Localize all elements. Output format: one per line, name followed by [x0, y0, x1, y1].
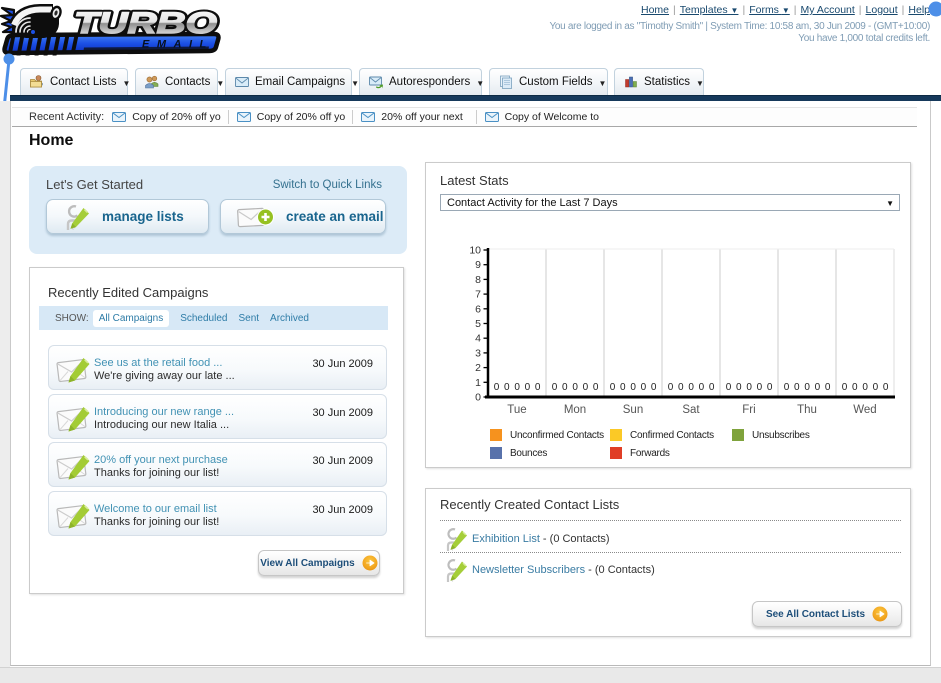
svg-text:0: 0 [784, 382, 790, 393]
svg-text:0: 0 [610, 382, 616, 393]
svg-text:0: 0 [562, 382, 568, 393]
svg-text:0: 0 [757, 382, 763, 393]
svg-text:0: 0 [620, 382, 626, 393]
svg-text:0: 0 [593, 382, 599, 393]
svg-text:0: 0 [794, 382, 800, 393]
svg-text:0: 0 [825, 382, 831, 393]
svg-text:TURBO: TURBO [74, 6, 217, 40]
svg-text:0: 0 [883, 382, 889, 393]
svg-text:0: 0 [688, 382, 694, 393]
svg-text:0: 0 [552, 382, 558, 393]
svg-text:10: 10 [469, 245, 481, 257]
svg-text:0: 0 [535, 382, 541, 393]
svg-text:0: 0 [678, 382, 684, 393]
svg-text:0: 0 [668, 382, 674, 393]
svg-text:0: 0 [630, 382, 636, 393]
svg-text:2: 2 [475, 362, 481, 374]
svg-text:0: 0 [726, 382, 732, 393]
svg-text:0: 0 [862, 382, 868, 393]
svg-text:Sun: Sun [623, 404, 643, 416]
svg-text:7: 7 [475, 289, 481, 301]
svg-text:0: 0 [504, 382, 510, 393]
svg-text:0: 0 [815, 382, 821, 393]
svg-text:0: 0 [873, 382, 879, 393]
svg-text:0: 0 [525, 382, 531, 393]
svg-text:Thu: Thu [797, 404, 817, 416]
svg-text:0: 0 [709, 382, 715, 393]
svg-text:0: 0 [842, 382, 848, 393]
svg-text:Tue: Tue [507, 404, 526, 416]
svg-text:0: 0 [514, 382, 520, 393]
svg-text:9: 9 [475, 259, 481, 271]
svg-text:0: 0 [475, 392, 481, 404]
svg-text:5: 5 [475, 318, 481, 330]
svg-text:0: 0 [572, 382, 578, 393]
svg-text:4: 4 [475, 333, 481, 345]
svg-text:0: 0 [699, 382, 705, 393]
svg-text:Fri: Fri [742, 404, 755, 416]
svg-text:Wed: Wed [853, 404, 876, 416]
svg-text:0: 0 [767, 382, 773, 393]
svg-text:6: 6 [475, 303, 481, 315]
svg-text:0: 0 [641, 382, 647, 393]
svg-text:EMAIL: EMAIL [142, 39, 214, 51]
svg-text:3: 3 [475, 347, 481, 359]
svg-text:0: 0 [852, 382, 858, 393]
svg-text:8: 8 [475, 274, 481, 286]
svg-text:0: 0 [651, 382, 657, 393]
svg-text:0: 0 [583, 382, 589, 393]
svg-text:0: 0 [494, 382, 500, 393]
svg-text:0: 0 [736, 382, 742, 393]
svg-text:1: 1 [475, 377, 481, 389]
svg-text:Mon: Mon [564, 404, 586, 416]
svg-text:Sat: Sat [682, 404, 700, 416]
svg-text:0: 0 [746, 382, 752, 393]
svg-text:0: 0 [804, 382, 810, 393]
